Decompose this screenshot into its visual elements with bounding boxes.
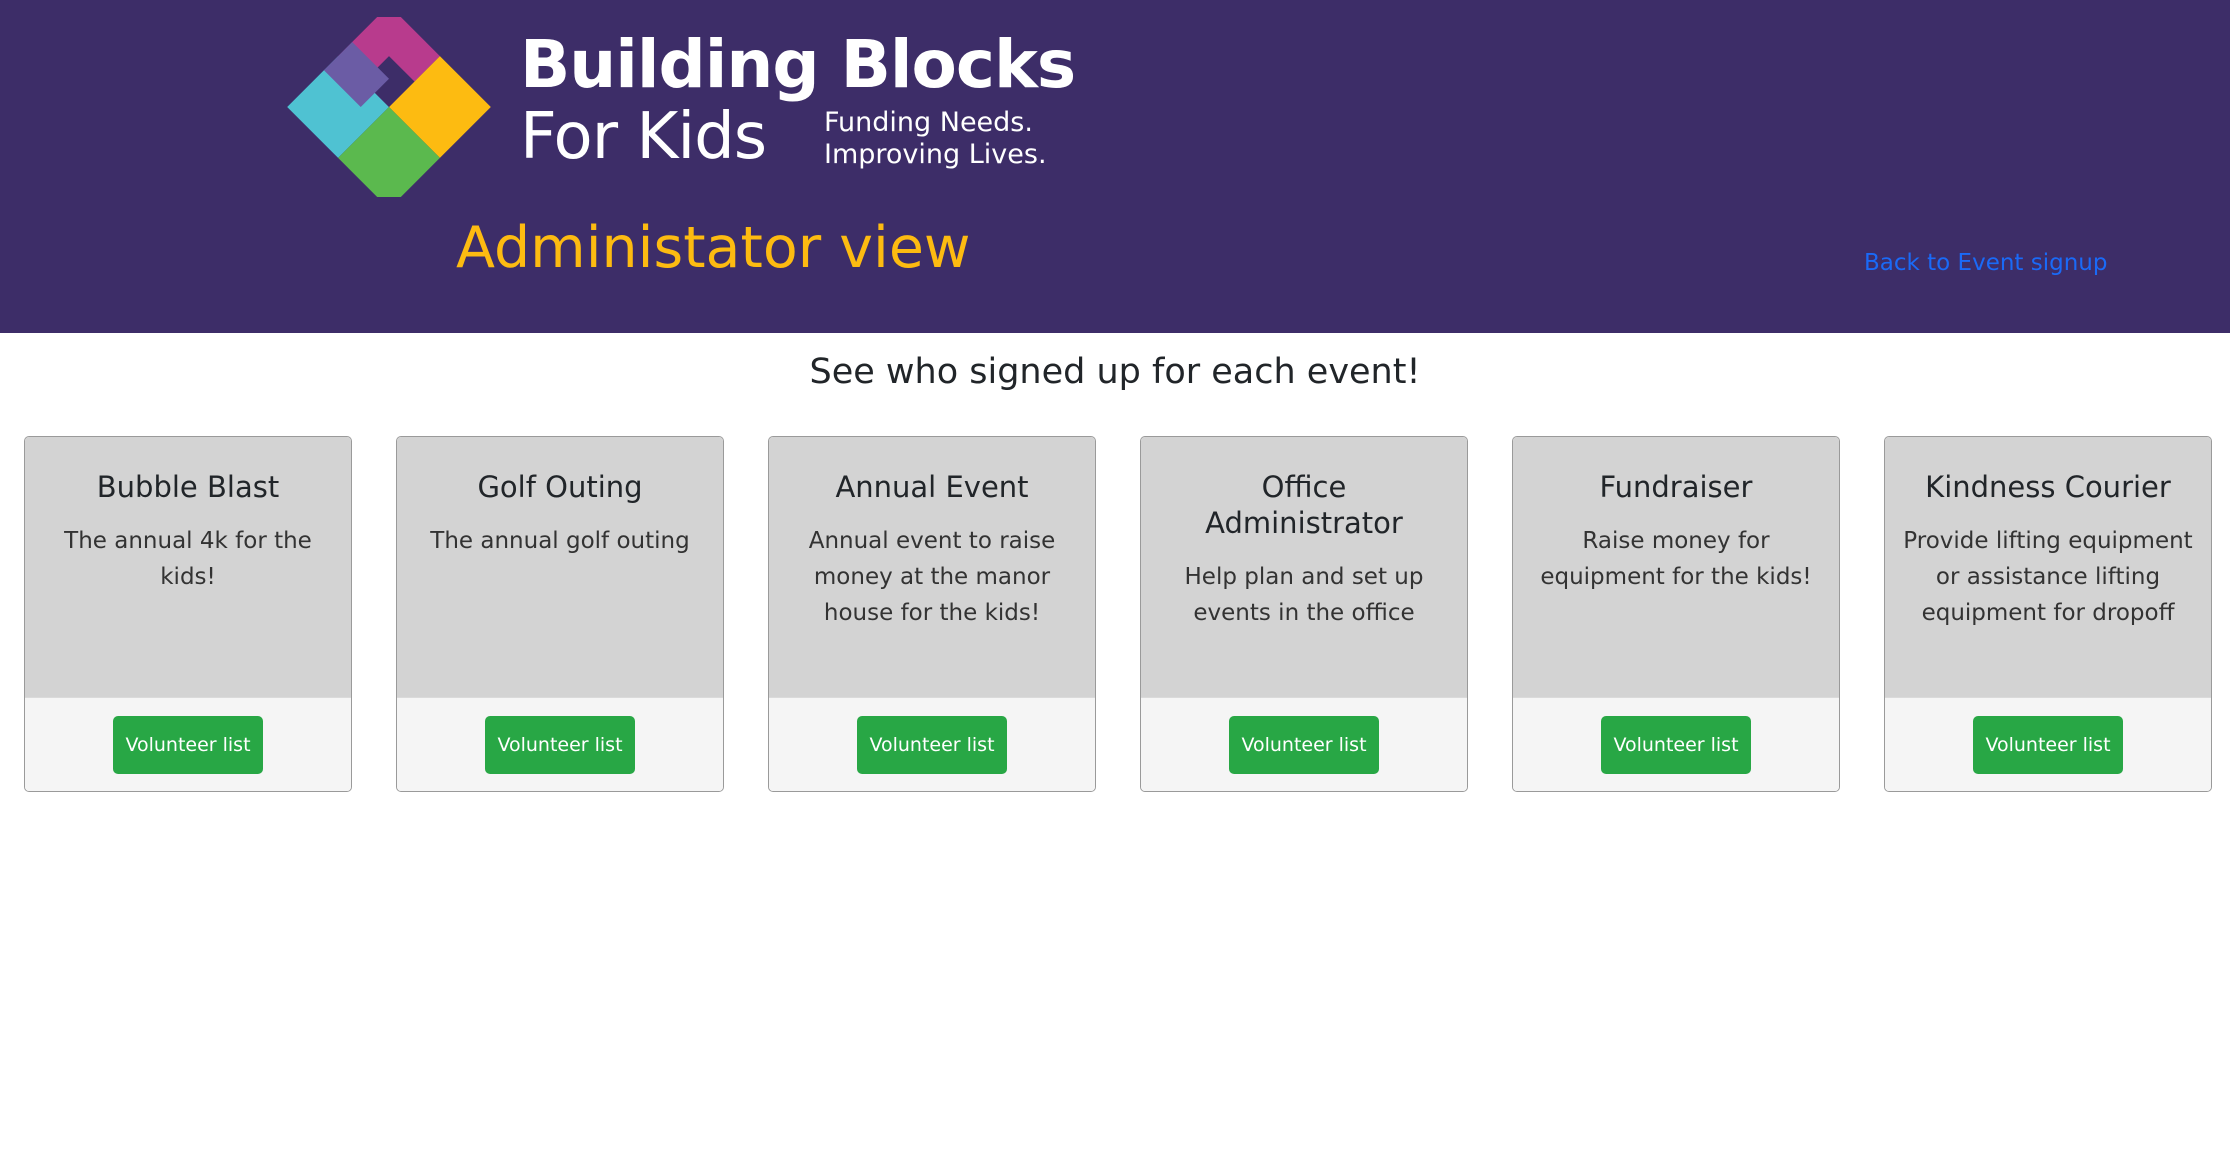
card-title: Kindness Courier: [1925, 470, 2171, 504]
card-footer: Volunteer list: [1885, 697, 2211, 791]
card-body: Golf Outing The annual golf outing: [397, 437, 723, 697]
card-body: Office Administrator Help plan and set u…: [1141, 437, 1467, 697]
volunteer-list-button[interactable]: Volunteer list: [485, 716, 635, 774]
logo-tagline: Funding Needs. Improving Lives.: [824, 107, 1047, 171]
page-header: Building Blocks For Kids Funding Needs. …: [0, 0, 2230, 333]
event-card: Fundraiser Raise money for equipment for…: [1512, 436, 1840, 792]
event-cards: Bubble Blast The annual 4k for the kids!…: [24, 436, 2214, 792]
volunteer-list-button[interactable]: Volunteer list: [1973, 716, 2123, 774]
building-blocks-logo: Building Blocks For Kids Funding Needs. …: [282, 17, 1076, 197]
card-footer: Volunteer list: [769, 697, 1095, 791]
logo-blocks-icon: [287, 17, 491, 197]
card-title: Fundraiser: [1599, 470, 1753, 504]
card-title: Annual Event: [835, 470, 1029, 504]
card-body: Fundraiser Raise money for equipment for…: [1513, 437, 1839, 697]
card-body: Bubble Blast The annual 4k for the kids!: [25, 437, 351, 697]
volunteer-list-button[interactable]: Volunteer list: [1229, 716, 1379, 774]
event-card: Office Administrator Help plan and set u…: [1140, 436, 1468, 792]
card-description: The annual golf outing: [430, 528, 690, 554]
event-card: Kindness Courier Provide lifting equipme…: [1884, 436, 2212, 792]
logo-tagline-line2: Improving Lives.: [824, 139, 1047, 170]
card-footer: Volunteer list: [1513, 697, 1839, 791]
card-body: Kindness Courier Provide lifting equipme…: [1885, 437, 2211, 697]
back-to-event-signup-link[interactable]: Back to Event signup: [1864, 250, 2107, 276]
logo-name-line1: Building Blocks: [520, 26, 1076, 103]
card-title: Bubble Blast: [96, 470, 280, 504]
card-title: Golf Outing: [477, 470, 643, 504]
page-title: Administator view: [456, 215, 971, 281]
volunteer-list-button[interactable]: Volunteer list: [857, 716, 1007, 774]
card-footer: Volunteer list: [397, 697, 723, 791]
logo-tagline-line1: Funding Needs.: [824, 107, 1033, 138]
card-footer: Volunteer list: [25, 697, 351, 791]
volunteer-list-button[interactable]: Volunteer list: [1601, 716, 1751, 774]
event-card: Annual Event Annual event to raise money…: [768, 436, 1096, 792]
card-description: Annual event to raise money at the manor…: [808, 528, 1056, 626]
card-description: Help plan and set up events in the offic…: [1184, 564, 1424, 626]
card-body: Annual Event Annual event to raise money…: [769, 437, 1095, 697]
event-card: Golf Outing The annual golf outing Volun…: [396, 436, 724, 792]
card-description: The annual 4k for the kids!: [64, 528, 312, 590]
event-card: Bubble Blast The annual 4k for the kids!…: [24, 436, 352, 792]
card-footer: Volunteer list: [1141, 697, 1467, 791]
page-subtitle: See who signed up for each event!: [809, 352, 1421, 392]
card-title: Office Administrator: [1205, 470, 1403, 540]
volunteer-list-button[interactable]: Volunteer list: [113, 716, 263, 774]
card-description: Raise money for equipment for the kids!: [1540, 528, 1812, 590]
card-description: Provide lifting equipment or assistance …: [1903, 528, 2193, 626]
